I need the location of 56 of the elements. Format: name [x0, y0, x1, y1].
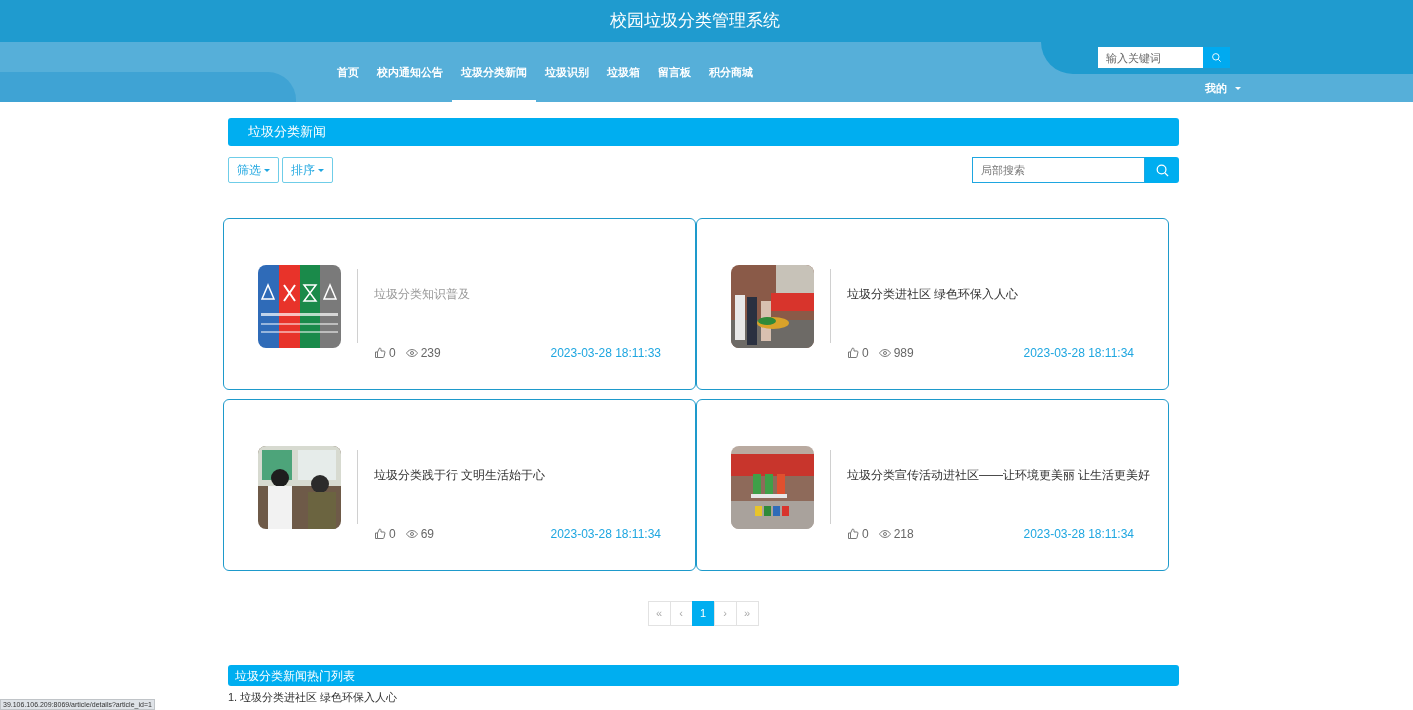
- eye-icon: [405, 528, 418, 540]
- like-count: 0: [389, 345, 396, 362]
- caret-icon: [1235, 86, 1241, 90]
- nav-link[interactable]: 首页: [328, 42, 368, 102]
- like-count: 0: [862, 345, 869, 362]
- page-button[interactable]: »: [735, 601, 759, 626]
- like-count: 0: [862, 526, 869, 543]
- section-title: 垃圾分类新闻: [248, 123, 326, 142]
- view-count: 989: [893, 345, 914, 362]
- like-count: 0: [389, 526, 396, 543]
- thumbs-up-icon: [847, 528, 859, 540]
- page-button[interactable]: ›: [713, 601, 737, 626]
- view-count: 239: [420, 345, 441, 362]
- nav-link[interactable]: 垃圾分类新闻: [452, 42, 536, 102]
- view-count: 69: [420, 526, 435, 543]
- article-card[interactable]: 垃圾分类进社区 绿色环保入人心 0 989 2023-03-28 18:11:34: [696, 218, 1169, 390]
- article-date: 2023-03-28 18:11:34: [550, 526, 661, 543]
- page-button[interactable]: «: [647, 601, 671, 626]
- search-button[interactable]: [1145, 157, 1179, 183]
- thumbs-up-icon: [847, 347, 859, 359]
- hot-list-item[interactable]: 1. 垃圾分类进社区 绿色环保入人心: [228, 690, 1179, 704]
- view-count: 218: [893, 526, 914, 543]
- article-title[interactable]: 垃圾分类进社区 绿色环保入人心: [847, 285, 1164, 303]
- article-card[interactable]: 垃圾分类宣传活动进社区——让环境更美丽 让生活更美好 0 218 2023-03-28 18:11:34: [696, 399, 1169, 571]
- caret-icon: [264, 168, 270, 172]
- dropdown-button[interactable]: 排序: [282, 157, 333, 183]
- article-date: 2023-03-28 18:11:33: [550, 345, 661, 362]
- nav-link[interactable]: 垃圾识别: [536, 42, 598, 102]
- eye-icon: [405, 347, 418, 359]
- nav-link[interactable]: 垃圾箱: [598, 42, 649, 102]
- article-title[interactable]: 垃圾分类践于行 文明生活始于心: [374, 466, 691, 484]
- search-icon: [1154, 162, 1170, 178]
- keyword-search-field[interactable]: 输入关键词: [1098, 47, 1203, 68]
- article-card[interactable]: 垃圾分类知识普及 0 239 2023-03-28 18:11:33: [223, 218, 696, 390]
- nav-link[interactable]: 积分商城: [700, 42, 762, 102]
- thumbs-up-icon: [374, 347, 386, 359]
- eye-icon: [878, 528, 891, 540]
- nav-link[interactable]: 校内通知公告: [368, 42, 452, 102]
- search-icon: [1211, 52, 1222, 63]
- page-button[interactable]: 1: [691, 601, 715, 626]
- article-date: 2023-03-28 18:11:34: [1023, 345, 1134, 362]
- article-title[interactable]: 垃圾分类宣传活动进社区——让环境更美丽 让生活更美好: [847, 466, 1164, 484]
- section-title: 垃圾分类新闻热门列表: [235, 667, 355, 685]
- eye-icon: [878, 347, 891, 359]
- dropdown-button[interactable]: 筛选: [228, 157, 279, 183]
- thumbs-up-icon: [374, 528, 386, 540]
- nav-link[interactable]: 留言板: [649, 42, 700, 102]
- search-button[interactable]: [1203, 47, 1230, 68]
- user-menu[interactable]: 我的: [1205, 80, 1241, 97]
- article-title[interactable]: 垃圾分类知识普及: [374, 285, 691, 303]
- local-search-field[interactable]: 局部搜索: [972, 157, 1145, 183]
- article-card[interactable]: 垃圾分类践于行 文明生活始于心 0 69 2023-03-28 18:11:34: [223, 399, 696, 571]
- site-title: 校园垃圾分类管理系统: [609, 10, 780, 33]
- article-date: 2023-03-28 18:11:34: [1023, 526, 1134, 543]
- caret-icon: [318, 168, 324, 172]
- page-button[interactable]: ‹: [669, 601, 693, 626]
